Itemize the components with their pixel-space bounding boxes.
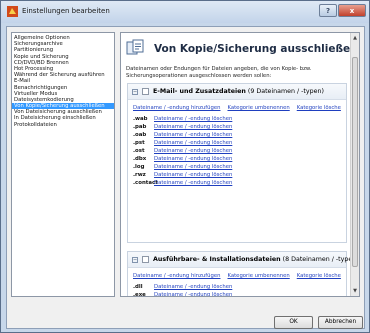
app-icon [7,6,18,17]
extension-row: .exe Dateiname / -endung löschen [128,292,346,297]
delete-extension-link[interactable]: Dateiname / -endung löschen [154,292,232,296]
extension-row: .log Dateiname / -endung löschen [128,164,346,172]
title-bar[interactable]: Einstellungen bearbeiten ? x [1,1,369,23]
email-files-section: − E-Mail- und Zusatzdateien (9 Dateiname… [127,83,347,243]
section-title: Ausführbare- & Installationsdateien (8 D… [153,256,359,263]
extension-list: .wab Dateiname / -endung löschen .pab Datei… [128,116,346,188]
category-checkbox[interactable] [142,256,149,263]
section-action-link[interactable]: Kategorie lösche [297,273,341,279]
ok-button[interactable]: OK [274,316,313,329]
extension-name: .wab [133,116,148,122]
page-description: Dateinamen oder Endungen für Dateien ang… [126,66,312,79]
extension-row: .dbx Dateiname / -endung löschen [128,156,346,164]
settings-window: Einstellungen bearbeiten ? x Allgemeine … [0,0,370,333]
section-title: E-Mail- und Zusatzdateien (9 Dateinamen … [153,88,324,95]
collapse-icon[interactable]: − [132,257,138,263]
section-header: − Ausführbare- & Installationsdateien (8… [128,252,359,268]
section-header: − E-Mail- und Zusatzdateien (9 Dateiname… [128,84,346,100]
section-action-link[interactable]: Dateiname / -endung hinzufügen [133,105,220,111]
page-title: Von Kopie/Sicherung ausschließen [154,43,358,55]
extension-name: .rwz [133,172,146,178]
executable-files-section: − Ausführbare- & Installationsdateien (8… [127,251,359,297]
extension-name: .exe [133,292,146,297]
section-action-link[interactable]: Kategorie lösche [297,105,341,111]
extension-row: .ost Dateiname / -endung löschen [128,148,346,156]
close-button[interactable]: x [338,4,366,17]
section-action-link[interactable]: Dateiname / -endung hinzufügen [133,273,220,279]
extension-name: .pst [133,140,145,146]
delete-extension-link[interactable]: Dateiname / -endung löschen [154,148,232,154]
delete-extension-link[interactable]: Dateiname / -endung löschen [154,124,232,130]
scroll-thumb[interactable] [352,57,358,267]
extension-row: .contactDateiname / -endung löschen [128,180,346,188]
category-checkbox[interactable] [142,88,149,95]
delete-extension-link[interactable]: Dateiname / -endung löschen [154,172,232,178]
extension-row: .rwz Dateiname / -endung löschen [128,172,346,180]
extension-row: .pab Dateiname / -endung löschen [128,124,346,132]
extension-name: .log [133,164,145,170]
dialog-client-area: Allgemeine Optionen Sicherungsarchive Part… [6,26,365,329]
settings-content-panel: Von Kopie/Sicherung ausschließen Dateina… [120,32,360,297]
delete-extension-link[interactable]: Dateiname / -endung löschen [154,156,232,162]
collapse-icon[interactable]: − [132,89,138,95]
delete-extension-link[interactable]: Dateiname / -endung löschen [154,140,232,146]
section-actions: Dateiname / -endung hinzufügen Kategorie … [128,100,346,116]
cancel-button[interactable]: Abbrechen [318,316,363,329]
nav-item[interactable]: Protokolldateien [12,122,114,128]
page-header: Von Kopie/Sicherung ausschließen [124,37,358,61]
extension-row: .pst Dateiname / -endung löschen [128,140,346,148]
extension-row: .dll Dateiname / -endung löschen [128,284,346,292]
vertical-scrollbar[interactable]: ▲ ▼ [350,33,359,296]
section-actions: Dateiname / -endung hinzufügen Kategorie … [128,268,346,284]
section-action-link[interactable]: Kategorie umbenennen [227,273,289,279]
window-title: Einstellungen bearbeiten [22,7,110,15]
settings-category-list[interactable]: Allgemeine Optionen Sicherungsarchive Part… [11,32,115,297]
extension-name: .dbx [133,156,147,162]
exclude-files-icon [126,39,146,57]
extension-name: .contact [133,180,158,186]
extension-list: .dll Dateiname / -endung löschen .exe Datei… [128,284,346,297]
delete-extension-link[interactable]: Dateiname / -endung löschen [154,284,232,290]
extension-name: .ost [133,148,145,154]
section-action-link[interactable]: Kategorie umbenennen [227,105,289,111]
help-button[interactable]: ? [319,4,337,17]
extension-name: .oab [133,132,147,138]
delete-extension-link[interactable]: Dateiname / -endung löschen [154,180,232,186]
extension-name: .pab [133,124,147,130]
delete-extension-link[interactable]: Dateiname / -endung löschen [154,132,232,138]
extension-row: .oab Dateiname / -endung löschen [128,132,346,140]
delete-extension-link[interactable]: Dateiname / -endung löschen [154,164,232,170]
scroll-down-icon[interactable]: ▼ [352,287,358,295]
extension-row: .wab Dateiname / -endung löschen [128,116,346,124]
scroll-up-icon[interactable]: ▲ [352,34,358,42]
extension-name: .dll [133,284,143,290]
delete-extension-link[interactable]: Dateiname / -endung löschen [154,116,232,122]
